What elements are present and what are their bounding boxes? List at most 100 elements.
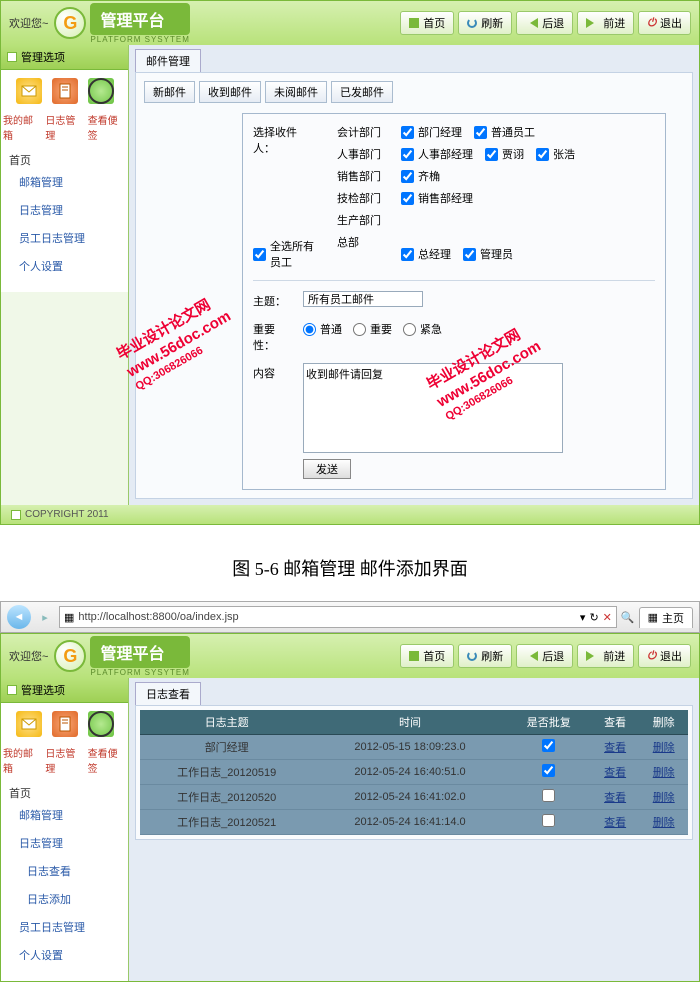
search-icon[interactable]: 🔍	[621, 611, 635, 624]
recipient-check[interactable]: 部门经理	[401, 124, 462, 140]
log-icon[interactable]	[52, 78, 78, 104]
sidebar-header: 管理选项	[1, 45, 128, 70]
tab-new-mail[interactable]: 新邮件	[144, 81, 195, 103]
topbar: 欢迎您~ G 管理平台 PLATFORM SYSYTEM 首页 刷新 后退 前进…	[1, 1, 699, 45]
delete-link[interactable]: 删除	[653, 792, 675, 804]
recipient-check[interactable]: 销售部经理	[401, 190, 473, 206]
refresh-icon[interactable]: ↻	[589, 611, 598, 624]
sidebar-link-logs[interactable]: 日志管理	[45, 112, 83, 142]
nav-exit-button[interactable]: ⏻退出	[638, 11, 691, 35]
log-icon[interactable]	[52, 711, 78, 737]
dropdown-icon[interactable]: ▾	[580, 611, 586, 624]
mailbox-icon[interactable]	[16, 711, 42, 737]
sidebar-link-notes[interactable]: 查看便签	[88, 745, 126, 775]
tab-unread[interactable]: 未阅邮件	[265, 81, 327, 103]
mailbox-icon[interactable]	[16, 78, 42, 104]
dept-item[interactable]: 总部	[337, 234, 381, 250]
exit-icon: ⏻	[647, 17, 656, 30]
view-link[interactable]: 查看	[604, 767, 626, 779]
col-view: 查看	[591, 710, 640, 735]
nav-back-button[interactable]: 后退	[516, 11, 573, 35]
recipient-check[interactable]: 齐桷	[401, 168, 440, 184]
sidebar-item-log-view[interactable]: 日志查看	[1, 857, 128, 885]
nav-home-button[interactable]: 首页	[400, 644, 454, 668]
view-link[interactable]: 查看	[604, 817, 626, 829]
dept-item[interactable]: 人事部门	[337, 146, 381, 162]
subject-input[interactable]	[303, 291, 423, 307]
approved-checkbox[interactable]	[542, 814, 555, 827]
url-box[interactable]: ▦ http://localhost:8800/oa/index.jsp ▾ ↻…	[59, 606, 617, 628]
select-all-checkbox[interactable]: 全选所有员工	[253, 238, 317, 270]
recipient-check[interactable]: 总经理	[401, 246, 451, 262]
recipient-check[interactable]: 贾诩	[485, 146, 524, 162]
browser-forward-button[interactable]: ▸	[35, 607, 55, 627]
sidebar-item-settings[interactable]: 个人设置	[1, 941, 128, 969]
nav-exit-button[interactable]: ⏻退出	[638, 644, 691, 668]
cell-time: 2012-05-24 16:41:14.0	[313, 810, 506, 835]
dept-item[interactable]: 销售部门	[337, 168, 381, 184]
sidebar-link-mailbox[interactable]: 我的邮箱	[3, 112, 41, 142]
dept-item[interactable]: 技检部门	[337, 190, 381, 206]
app-shell-mail: 欢迎您~ G 管理平台 PLATFORM SYSYTEM 首页 刷新 后退 前进…	[0, 0, 700, 525]
platform-title: 管理平台	[90, 3, 189, 35]
browser-back-button[interactable]: ◄	[7, 605, 31, 629]
approved-checkbox[interactable]	[542, 764, 555, 777]
priority-radio[interactable]: 紧急	[403, 319, 443, 337]
recipient-checks: 部门经理 普通员工 人事部经理 贾诩 张浩 齐桷 销售部经理	[401, 124, 601, 270]
browser-tab[interactable]: ▦主页	[639, 607, 693, 628]
logo: G 管理平台 PLATFORM SYSYTEM	[54, 3, 189, 44]
sidebar-link-notes[interactable]: 查看便签	[88, 112, 126, 142]
nav-back-button[interactable]: 后退	[516, 644, 573, 668]
view-link[interactable]: 查看	[604, 792, 626, 804]
view-link[interactable]: 查看	[604, 742, 626, 754]
delete-link[interactable]: 删除	[653, 742, 675, 754]
content-box: 日志主题 时间 是否批复 查看 删除 部门经理2012-05-15 18:09:…	[135, 705, 693, 840]
dept-item[interactable]: 会计部门	[337, 124, 381, 140]
note-icon[interactable]	[88, 711, 114, 737]
nav-refresh-button[interactable]: 刷新	[458, 644, 512, 668]
sidebar-link-mailbox[interactable]: 我的邮箱	[3, 745, 41, 775]
mail-tabs: 新邮件 收到邮件 未阅邮件 已发邮件	[144, 81, 684, 103]
send-button[interactable]: 发送	[303, 459, 351, 479]
priority-radio[interactable]: 普通	[303, 319, 343, 337]
sidebar-item-log[interactable]: 日志管理	[1, 196, 128, 224]
content-textarea[interactable]: 收到邮件请回复	[303, 363, 563, 453]
recipient-check[interactable]: 张浩	[536, 146, 575, 162]
platform-subtitle: PLATFORM SYSYTEM	[90, 35, 189, 44]
dept-item[interactable]: 生产部门	[337, 212, 381, 228]
delete-link[interactable]: 删除	[653, 767, 675, 779]
note-icon[interactable]	[88, 78, 114, 104]
recipient-check[interactable]: 人事部经理	[401, 146, 473, 162]
sidebar-link-logs[interactable]: 日志管理	[45, 745, 83, 775]
priority-radio[interactable]: 重要	[353, 319, 393, 337]
url-text: http://localhost:8800/oa/index.jsp	[78, 611, 576, 623]
sidebar-item-mail[interactable]: 邮箱管理	[1, 801, 128, 829]
nav-home-button[interactable]: 首页	[400, 11, 454, 35]
recipient-check[interactable]: 普通员工	[474, 124, 535, 140]
logo-icon: G	[54, 7, 86, 39]
sidebar-header: 管理选项	[1, 678, 128, 703]
delete-link[interactable]: 删除	[653, 817, 675, 829]
nav-forward-button[interactable]: 前进	[577, 11, 634, 35]
sidebar-item-settings[interactable]: 个人设置	[1, 252, 128, 280]
select-recipient-label: 选择收件人：	[253, 124, 317, 156]
sidebar-item-stafflog[interactable]: 员工日志管理	[1, 913, 128, 941]
cell-subject: 工作日志_20120519	[140, 760, 313, 785]
sidebar-item-log-add[interactable]: 日志添加	[1, 885, 128, 913]
sidebar-item-mail[interactable]: 邮箱管理	[1, 168, 128, 196]
sidebar-item-stafflog[interactable]: 员工日志管理	[1, 224, 128, 252]
nav-refresh-button[interactable]: 刷新	[458, 11, 512, 35]
recipient-check[interactable]: 管理员	[463, 246, 513, 262]
sidebar-root: 首页	[1, 152, 128, 168]
nav-forward-button[interactable]: 前进	[577, 644, 634, 668]
forward-icon	[586, 18, 599, 28]
sidebar-item-log[interactable]: 日志管理	[1, 829, 128, 857]
cell-time: 2012-05-24 16:40:51.0	[313, 760, 506, 785]
table-row: 工作日志_201205202012-05-24 16:41:02.0查看删除	[140, 785, 688, 810]
stop-icon[interactable]: ✕	[603, 611, 612, 624]
tab-inbox[interactable]: 收到邮件	[199, 81, 261, 103]
main-panel: 日志查看 日志主题 时间 是否批复 查看 删除 部门经理2012-05-15 1…	[129, 678, 699, 981]
approved-checkbox[interactable]	[542, 739, 555, 752]
tab-sent[interactable]: 已发邮件	[331, 81, 393, 103]
body-row: 管理选项 我的邮箱 日志管理 查看便签 首页 邮箱管理 日志管理 日志查看 日志…	[1, 678, 699, 981]
